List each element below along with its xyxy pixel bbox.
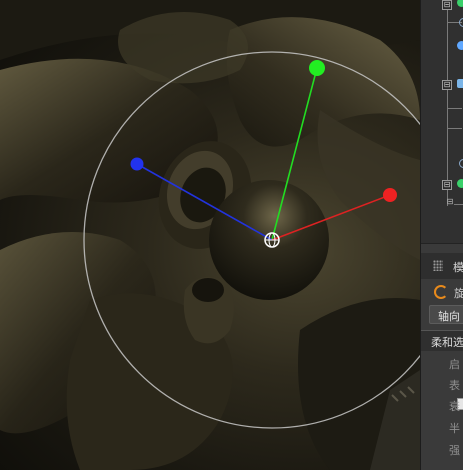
attribute-label: 半 (449, 422, 460, 435)
object-icon (457, 0, 463, 7)
axis-tab[interactable]: 轴向 (429, 305, 463, 324)
3d-viewport[interactable] (0, 0, 420, 470)
object-icon (457, 179, 463, 188)
grip-icon[interactable] (433, 260, 443, 271)
attribute-label: 衰 (449, 400, 460, 413)
object-icon (457, 41, 463, 50)
soft-selection-label: 柔和选 (431, 336, 463, 349)
tree-collapse-icon[interactable]: ⊟ (442, 180, 452, 190)
panel-title: 模 (453, 261, 463, 274)
tree-connector (448, 128, 462, 129)
object-icon (457, 79, 463, 88)
attribute-label: 强 (449, 444, 460, 457)
tree-collapse-icon[interactable]: ⊟ (442, 0, 452, 10)
attribute-side-panel: ⊟ ⊟ ⊟ ⊟ 模 旋 轴向 柔和选 启 表 衰 半 强 (420, 0, 463, 470)
attributes-panel-header[interactable]: 模 (421, 253, 463, 279)
gizmo-x-handle (383, 188, 397, 202)
wheel-model (0, 0, 420, 470)
divider (421, 243, 463, 244)
gizmo-y-handle (309, 60, 325, 76)
rotate-tool-row[interactable]: 旋 (421, 281, 463, 303)
tree-connector (454, 204, 463, 205)
object-icon (459, 159, 463, 168)
gizmo-z-handle (130, 157, 144, 171)
outliner-tree[interactable]: ⊟ ⊟ ⊟ ⊟ (421, 0, 463, 243)
tree-collapse-icon[interactable]: ⊟ (442, 80, 452, 90)
axis-tab-label: 轴向 (438, 310, 460, 323)
rotate-icon (434, 285, 448, 299)
attribute-label: 启 (449, 358, 460, 371)
tree-expand-icon[interactable]: ⊟ (446, 198, 454, 206)
tree-connector (448, 108, 462, 109)
tree-connector (447, 6, 448, 206)
soft-selection-header[interactable]: 柔和选 (421, 330, 463, 351)
rotate-tool-label: 旋 (454, 285, 463, 301)
object-icon (459, 18, 463, 27)
attribute-label: 表 (449, 379, 460, 392)
scene-render (0, 0, 420, 470)
